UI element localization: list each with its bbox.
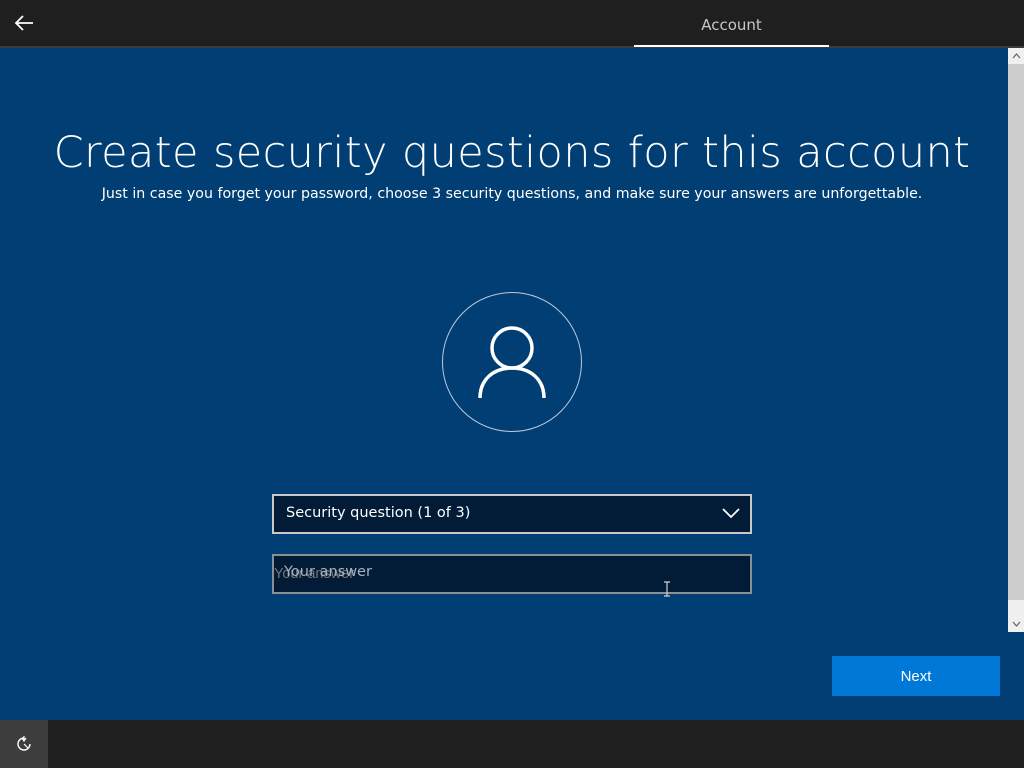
scroll-up-button[interactable] — [1008, 48, 1024, 64]
main-content: Create security questions for this accou… — [0, 48, 1008, 720]
chevron-down-small-icon — [1012, 621, 1020, 627]
page-subtitle: Just in case you forget your password, c… — [101, 186, 923, 202]
tab-account: Account — [701, 16, 762, 34]
answer-placeholder: Your answer — [284, 564, 372, 580]
scrollbar[interactable] — [1008, 48, 1024, 632]
chevron-down-icon — [722, 508, 740, 519]
top-bar: Account — [0, 0, 1024, 48]
ease-of-access-button[interactable] — [0, 720, 48, 768]
security-question-value: Security question (1 of 3) — [286, 505, 471, 521]
ease-of-access-icon — [17, 736, 31, 751]
bottom-bar — [0, 720, 1024, 768]
scrollbar-thumb[interactable] — [1008, 64, 1024, 600]
text-cursor-icon — [664, 581, 670, 597]
page-title: Create security questions for this accou… — [53, 128, 971, 178]
user-icon — [478, 326, 546, 399]
tab-active-indicator — [634, 45, 829, 47]
scroll-down-button[interactable] — [1008, 616, 1024, 632]
avatar — [442, 292, 582, 432]
back-arrow-icon — [14, 15, 33, 31]
security-question-select[interactable]: Security question (1 of 3) — [272, 494, 752, 534]
chevron-up-icon — [1012, 53, 1020, 59]
next-button[interactable]: Next — [832, 656, 1000, 696]
back-button[interactable] — [6, 6, 42, 40]
